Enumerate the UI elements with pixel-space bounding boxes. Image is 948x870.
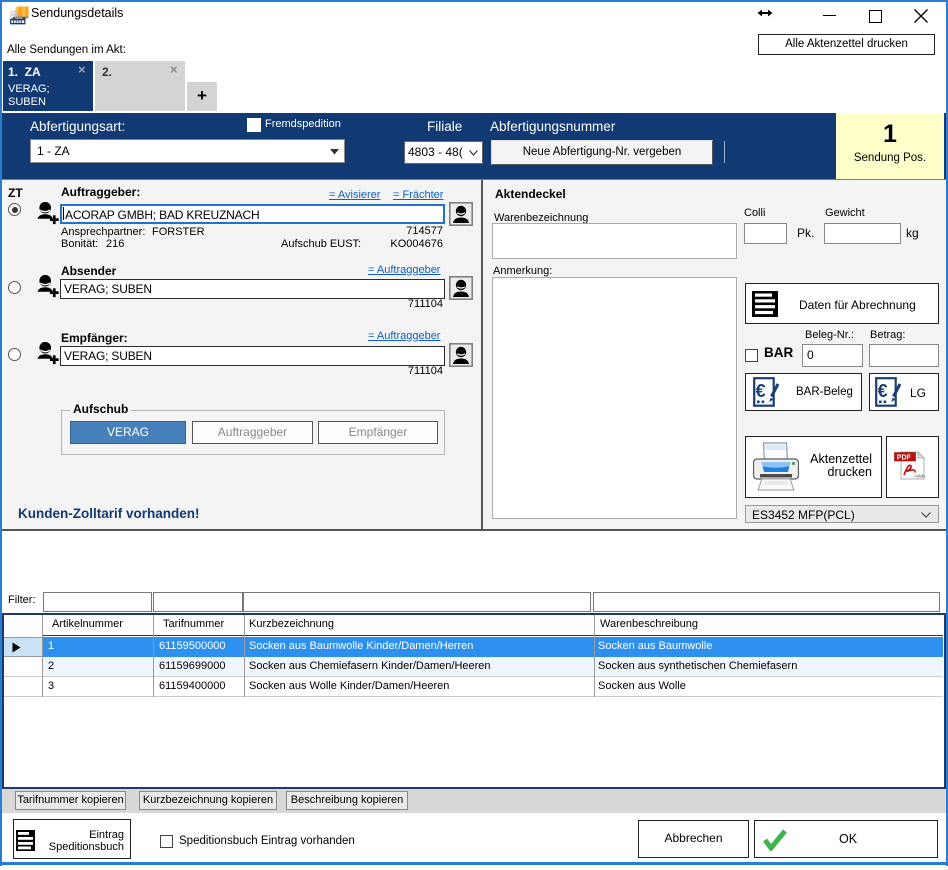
svg-text:€: € <box>878 381 888 401</box>
svg-text:€: € <box>756 381 766 401</box>
svg-text:Adobe: Adobe <box>913 474 925 479</box>
svg-text:PDF: PDF <box>897 454 912 461</box>
